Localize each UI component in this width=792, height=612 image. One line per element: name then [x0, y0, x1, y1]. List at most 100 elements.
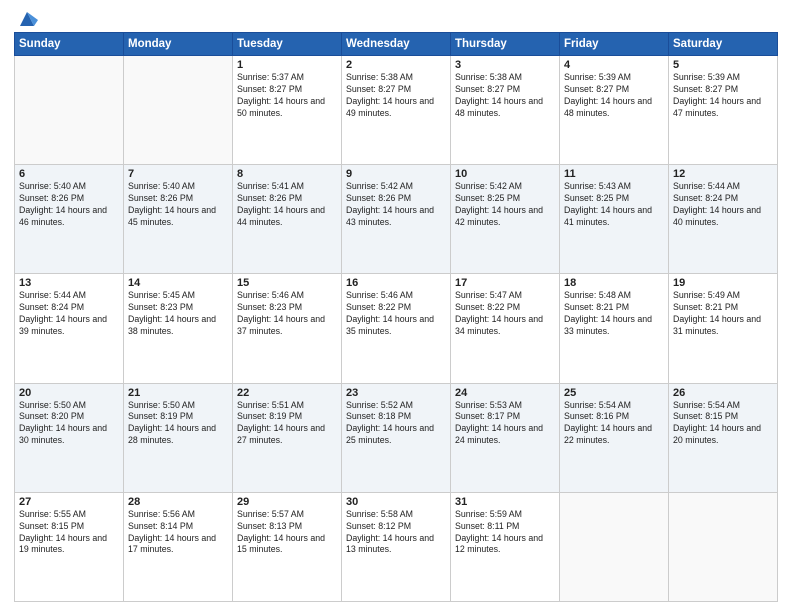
day-number: 22: [237, 387, 337, 399]
day-info: Sunrise: 5:39 AMSunset: 8:27 PMDaylight:…: [564, 72, 664, 120]
sunset-text: Sunset: 8:27 PM: [455, 84, 555, 96]
day-info: Sunrise: 5:59 AMSunset: 8:11 PMDaylight:…: [455, 509, 555, 557]
sunset-text: Sunset: 8:21 PM: [564, 302, 664, 314]
day-cell: 8Sunrise: 5:41 AMSunset: 8:26 PMDaylight…: [233, 165, 342, 274]
daylight-text: Daylight: 14 hours and 45 minutes.: [128, 205, 228, 229]
sunset-text: Sunset: 8:26 PM: [346, 193, 446, 205]
sunset-text: Sunset: 8:27 PM: [564, 84, 664, 96]
day-cell: 4Sunrise: 5:39 AMSunset: 8:27 PMDaylight…: [560, 56, 669, 165]
day-info: Sunrise: 5:46 AMSunset: 8:23 PMDaylight:…: [237, 290, 337, 338]
sunset-text: Sunset: 8:24 PM: [19, 302, 119, 314]
sunset-text: Sunset: 8:13 PM: [237, 521, 337, 533]
day-cell: 26Sunrise: 5:54 AMSunset: 8:15 PMDayligh…: [669, 383, 778, 492]
day-info: Sunrise: 5:50 AMSunset: 8:20 PMDaylight:…: [19, 400, 119, 448]
sunset-text: Sunset: 8:25 PM: [564, 193, 664, 205]
day-info: Sunrise: 5:58 AMSunset: 8:12 PMDaylight:…: [346, 509, 446, 557]
daylight-text: Daylight: 14 hours and 50 minutes.: [237, 96, 337, 120]
day-number: 13: [19, 277, 119, 289]
day-number: 2: [346, 59, 446, 71]
day-info: Sunrise: 5:38 AMSunset: 8:27 PMDaylight:…: [455, 72, 555, 120]
sunset-text: Sunset: 8:27 PM: [237, 84, 337, 96]
sunrise-text: Sunrise: 5:39 AM: [564, 72, 664, 84]
day-number: 31: [455, 496, 555, 508]
sunset-text: Sunset: 8:23 PM: [237, 302, 337, 314]
day-cell: 15Sunrise: 5:46 AMSunset: 8:23 PMDayligh…: [233, 274, 342, 383]
day-cell: 7Sunrise: 5:40 AMSunset: 8:26 PMDaylight…: [124, 165, 233, 274]
daylight-text: Daylight: 14 hours and 38 minutes.: [128, 314, 228, 338]
day-number: 15: [237, 277, 337, 289]
sunrise-text: Sunrise: 5:39 AM: [673, 72, 773, 84]
day-number: 19: [673, 277, 773, 289]
sunrise-text: Sunrise: 5:46 AM: [237, 290, 337, 302]
sunset-text: Sunset: 8:27 PM: [673, 84, 773, 96]
daylight-text: Daylight: 14 hours and 48 minutes.: [564, 96, 664, 120]
weekday-header-friday: Friday: [560, 33, 669, 56]
week-row-1: 1Sunrise: 5:37 AMSunset: 8:27 PMDaylight…: [15, 56, 778, 165]
daylight-text: Daylight: 14 hours and 19 minutes.: [19, 533, 119, 557]
day-number: 23: [346, 387, 446, 399]
sunrise-text: Sunrise: 5:45 AM: [128, 290, 228, 302]
sunset-text: Sunset: 8:12 PM: [346, 521, 446, 533]
sunset-text: Sunset: 8:27 PM: [346, 84, 446, 96]
sunrise-text: Sunrise: 5:40 AM: [19, 181, 119, 193]
week-row-3: 13Sunrise: 5:44 AMSunset: 8:24 PMDayligh…: [15, 274, 778, 383]
day-cell: 20Sunrise: 5:50 AMSunset: 8:20 PMDayligh…: [15, 383, 124, 492]
daylight-text: Daylight: 14 hours and 47 minutes.: [673, 96, 773, 120]
daylight-text: Daylight: 14 hours and 17 minutes.: [128, 533, 228, 557]
sunset-text: Sunset: 8:22 PM: [346, 302, 446, 314]
daylight-text: Daylight: 14 hours and 43 minutes.: [346, 205, 446, 229]
sunrise-text: Sunrise: 5:50 AM: [128, 400, 228, 412]
day-info: Sunrise: 5:40 AMSunset: 8:26 PMDaylight:…: [128, 181, 228, 229]
day-number: 9: [346, 168, 446, 180]
day-info: Sunrise: 5:41 AMSunset: 8:26 PMDaylight:…: [237, 181, 337, 229]
day-number: 3: [455, 59, 555, 71]
sunrise-text: Sunrise: 5:48 AM: [564, 290, 664, 302]
daylight-text: Daylight: 14 hours and 28 minutes.: [128, 423, 228, 447]
sunrise-text: Sunrise: 5:58 AM: [346, 509, 446, 521]
day-cell: 30Sunrise: 5:58 AMSunset: 8:12 PMDayligh…: [342, 492, 451, 601]
day-cell: [15, 56, 124, 165]
sunset-text: Sunset: 8:26 PM: [237, 193, 337, 205]
week-row-2: 6Sunrise: 5:40 AMSunset: 8:26 PMDaylight…: [15, 165, 778, 274]
logo: [14, 10, 38, 26]
day-number: 25: [564, 387, 664, 399]
daylight-text: Daylight: 14 hours and 41 minutes.: [564, 205, 664, 229]
daylight-text: Daylight: 14 hours and 15 minutes.: [237, 533, 337, 557]
day-cell: 31Sunrise: 5:59 AMSunset: 8:11 PMDayligh…: [451, 492, 560, 601]
day-info: Sunrise: 5:42 AMSunset: 8:25 PMDaylight:…: [455, 181, 555, 229]
day-cell: 14Sunrise: 5:45 AMSunset: 8:23 PMDayligh…: [124, 274, 233, 383]
sunset-text: Sunset: 8:23 PM: [128, 302, 228, 314]
weekday-header-monday: Monday: [124, 33, 233, 56]
daylight-text: Daylight: 14 hours and 30 minutes.: [19, 423, 119, 447]
day-cell: 21Sunrise: 5:50 AMSunset: 8:19 PMDayligh…: [124, 383, 233, 492]
daylight-text: Daylight: 14 hours and 22 minutes.: [564, 423, 664, 447]
day-number: 6: [19, 168, 119, 180]
day-cell: 2Sunrise: 5:38 AMSunset: 8:27 PMDaylight…: [342, 56, 451, 165]
sunrise-text: Sunrise: 5:52 AM: [346, 400, 446, 412]
sunrise-text: Sunrise: 5:59 AM: [455, 509, 555, 521]
day-info: Sunrise: 5:56 AMSunset: 8:14 PMDaylight:…: [128, 509, 228, 557]
sunset-text: Sunset: 8:22 PM: [455, 302, 555, 314]
day-info: Sunrise: 5:44 AMSunset: 8:24 PMDaylight:…: [19, 290, 119, 338]
day-number: 8: [237, 168, 337, 180]
day-cell: 28Sunrise: 5:56 AMSunset: 8:14 PMDayligh…: [124, 492, 233, 601]
day-number: 27: [19, 496, 119, 508]
day-number: 11: [564, 168, 664, 180]
day-number: 29: [237, 496, 337, 508]
daylight-text: Daylight: 14 hours and 35 minutes.: [346, 314, 446, 338]
sunset-text: Sunset: 8:16 PM: [564, 411, 664, 423]
daylight-text: Daylight: 14 hours and 49 minutes.: [346, 96, 446, 120]
day-cell: 3Sunrise: 5:38 AMSunset: 8:27 PMDaylight…: [451, 56, 560, 165]
sunrise-text: Sunrise: 5:47 AM: [455, 290, 555, 302]
day-number: 14: [128, 277, 228, 289]
day-info: Sunrise: 5:46 AMSunset: 8:22 PMDaylight:…: [346, 290, 446, 338]
daylight-text: Daylight: 14 hours and 24 minutes.: [455, 423, 555, 447]
daylight-text: Daylight: 14 hours and 12 minutes.: [455, 533, 555, 557]
sunset-text: Sunset: 8:15 PM: [19, 521, 119, 533]
sunrise-text: Sunrise: 5:43 AM: [564, 181, 664, 193]
day-number: 12: [673, 168, 773, 180]
day-info: Sunrise: 5:50 AMSunset: 8:19 PMDaylight:…: [128, 400, 228, 448]
day-number: 17: [455, 277, 555, 289]
sunset-text: Sunset: 8:18 PM: [346, 411, 446, 423]
day-info: Sunrise: 5:54 AMSunset: 8:16 PMDaylight:…: [564, 400, 664, 448]
